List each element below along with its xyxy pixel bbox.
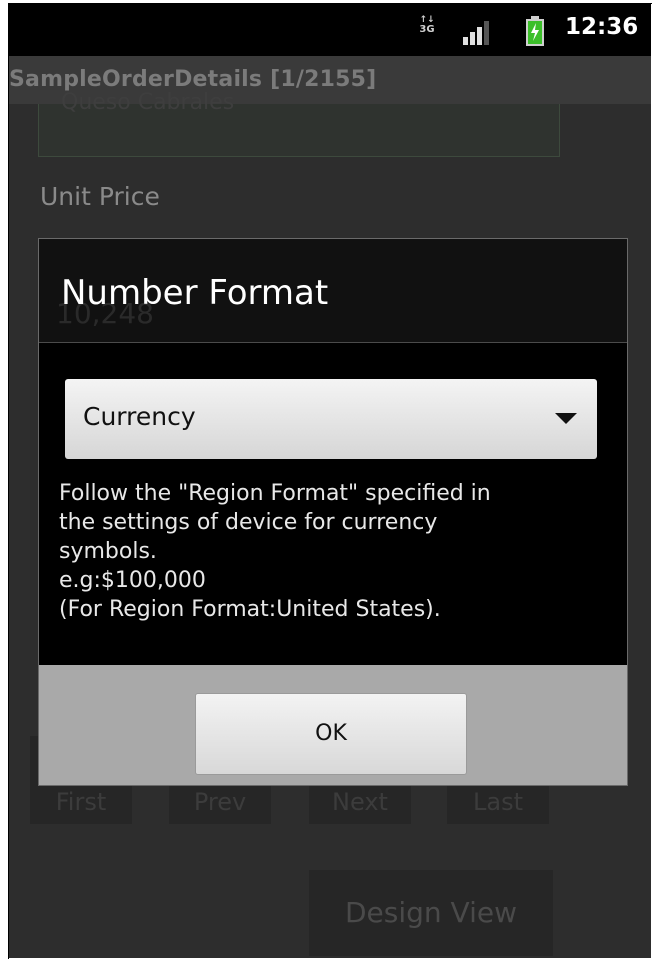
battery-icon bbox=[526, 16, 544, 46]
format-description: Follow the "Region Format" specified in … bbox=[59, 479, 619, 624]
unit-price-label: Unit Price bbox=[40, 182, 160, 211]
format-select[interactable]: Currency bbox=[65, 379, 597, 459]
dropdown-arrow-icon bbox=[555, 413, 577, 424]
next-button-label: Next bbox=[332, 788, 388, 816]
description-line: symbols. bbox=[59, 539, 157, 564]
last-button-label: Last bbox=[473, 788, 523, 816]
previous-field-value: Queso Cabrales bbox=[61, 90, 235, 115]
app-title: SampleOrderDetails [1/2155] bbox=[9, 67, 377, 92]
previous-field: Queso Cabrales bbox=[38, 90, 560, 157]
ok-button-label: OK bbox=[315, 721, 347, 746]
ok-button[interactable]: OK bbox=[195, 693, 467, 775]
first-button-label: First bbox=[55, 788, 107, 816]
status-bar: ↑↓ 3G 12:36 bbox=[9, 4, 651, 56]
description-line: (For Region Format:United States). bbox=[59, 597, 441, 622]
signal-icon bbox=[463, 21, 489, 45]
number-format-dialog: 10,248 Number Format Currency Follow the… bbox=[38, 238, 628, 786]
clock: 12:36 bbox=[565, 14, 639, 40]
3g-icon: ↑↓ 3G bbox=[419, 15, 435, 35]
design-view-label: Design View bbox=[344, 896, 518, 929]
dialog-header: 10,248 Number Format bbox=[39, 239, 627, 343]
format-select-value: Currency bbox=[83, 402, 196, 431]
dialog-body: Currency Follow the "Region Format" spec… bbox=[39, 343, 627, 665]
description-line: the settings of device for currency bbox=[59, 510, 438, 535]
description-line: e.g:$100,000 bbox=[59, 568, 206, 593]
dialog-footer: OK bbox=[39, 665, 627, 785]
prev-button-label: Prev bbox=[193, 788, 247, 816]
dialog-title: Number Format bbox=[61, 273, 329, 313]
description-line: Follow the "Region Format" specified in bbox=[59, 481, 491, 506]
design-view-button: Design View bbox=[309, 870, 553, 956]
app-screen: ↑↓ 3G 12:36 SampleOrderDetails [1/2155] Q… bbox=[9, 4, 651, 958]
